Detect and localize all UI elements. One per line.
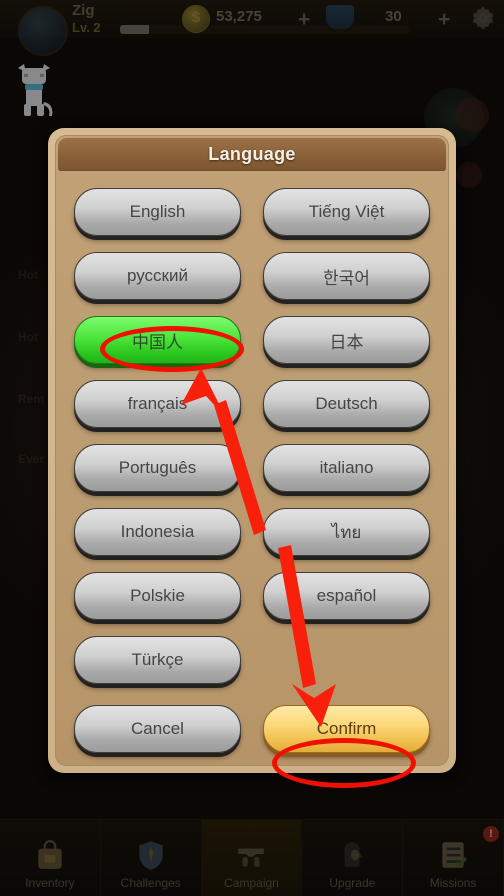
nav-item-challenges[interactable]: Challenges [101, 820, 202, 896]
gear-icon[interactable] [470, 5, 496, 31]
language-option-turkish[interactable]: Türkçe [74, 636, 241, 684]
coin-icon: $ [182, 5, 210, 33]
backpack-icon [38, 840, 62, 869]
cancel-button[interactable]: Cancel [74, 705, 241, 753]
nav-item-campaign[interactable]: Campaign [201, 820, 303, 896]
bg-ghost-text-1: Hot [18, 268, 38, 282]
xp-bar [120, 25, 410, 34]
language-option-thai[interactable]: ไทย [263, 508, 430, 556]
nav-label-challenges: Challenges [120, 876, 181, 890]
language-dialog-body: Language English Tiếng Việt русский 한국어 … [55, 135, 449, 766]
language-option-grid: English Tiếng Việt русский 한국어 中国人 日本 fr… [56, 178, 448, 684]
add-coins-button[interactable]: + [298, 8, 310, 32]
cat-sprite-icon [18, 64, 53, 116]
language-option-french[interactable]: français [74, 380, 241, 428]
language-option-english[interactable]: English [74, 188, 241, 236]
language-option-chinese[interactable]: 中国人 [74, 316, 241, 364]
language-option-indonesian[interactable]: Indonesia [74, 508, 241, 556]
add-gems-button[interactable]: + [438, 8, 450, 32]
game-screen: Hot Hot Rem Ever Zig Lv. 2 $ 53,275 + 30… [0, 0, 504, 896]
missions-badge: ! [482, 826, 499, 842]
language-dialog: Language English Tiếng Việt русский 한국어 … [48, 128, 456, 773]
language-option-korean[interactable]: 한국어 [263, 252, 430, 300]
nav-item-inventory[interactable]: Inventory [0, 820, 101, 896]
gem-icon [326, 5, 354, 29]
language-option-vietnamese[interactable]: Tiếng Việt [263, 188, 430, 236]
nav-label-inventory: Inventory [25, 876, 75, 890]
nav-item-missions[interactable]: Missions ! [403, 820, 504, 896]
language-option-spanish[interactable]: español [263, 572, 430, 620]
hero-icon [344, 842, 363, 867]
language-option-polish[interactable]: Polskie [74, 572, 241, 620]
coin-amount: 53,275 [216, 8, 262, 25]
pistols-icon [238, 848, 265, 867]
gem-amount: 30 [385, 8, 402, 25]
shield-icon [139, 841, 163, 870]
dialog-footer: Cancel Confirm [56, 705, 448, 753]
confirm-button[interactable]: Confirm [263, 705, 430, 753]
nav-label-campaign: Campaign [224, 876, 279, 890]
nav-item-upgrade[interactable]: Upgrade [302, 820, 404, 896]
language-option-russian[interactable]: русский [74, 252, 241, 300]
player-level: Lv. 2 [72, 20, 101, 35]
bg-ghost-text-4: Ever [18, 452, 45, 466]
bg-decoration-circle-2 [455, 98, 489, 132]
player-avatar[interactable] [18, 6, 68, 56]
checklist-icon [442, 842, 468, 868]
bottom-nav-bar: Inventory Challenges Campaign Upgrade Mi… [0, 819, 504, 896]
dialog-title-bar: Language [58, 138, 446, 171]
player-name: Zig [72, 2, 95, 19]
language-option-portuguese[interactable]: Português [74, 444, 241, 492]
bg-decoration-circle-3 [456, 162, 482, 188]
dialog-title: Language [208, 143, 296, 164]
language-option-japanese[interactable]: 日本 [263, 316, 430, 364]
top-hud-bar: Zig Lv. 2 $ 53,275 + 30 + [0, 0, 504, 56]
nav-label-missions: Missions [429, 876, 477, 890]
bg-ghost-text-3: Rem [18, 392, 45, 406]
nav-label-upgrade: Upgrade [329, 876, 376, 890]
language-option-german[interactable]: Deutsch [263, 380, 430, 428]
bg-ghost-text-2: Hot [18, 330, 38, 344]
language-option-italian[interactable]: italiano [263, 444, 430, 492]
